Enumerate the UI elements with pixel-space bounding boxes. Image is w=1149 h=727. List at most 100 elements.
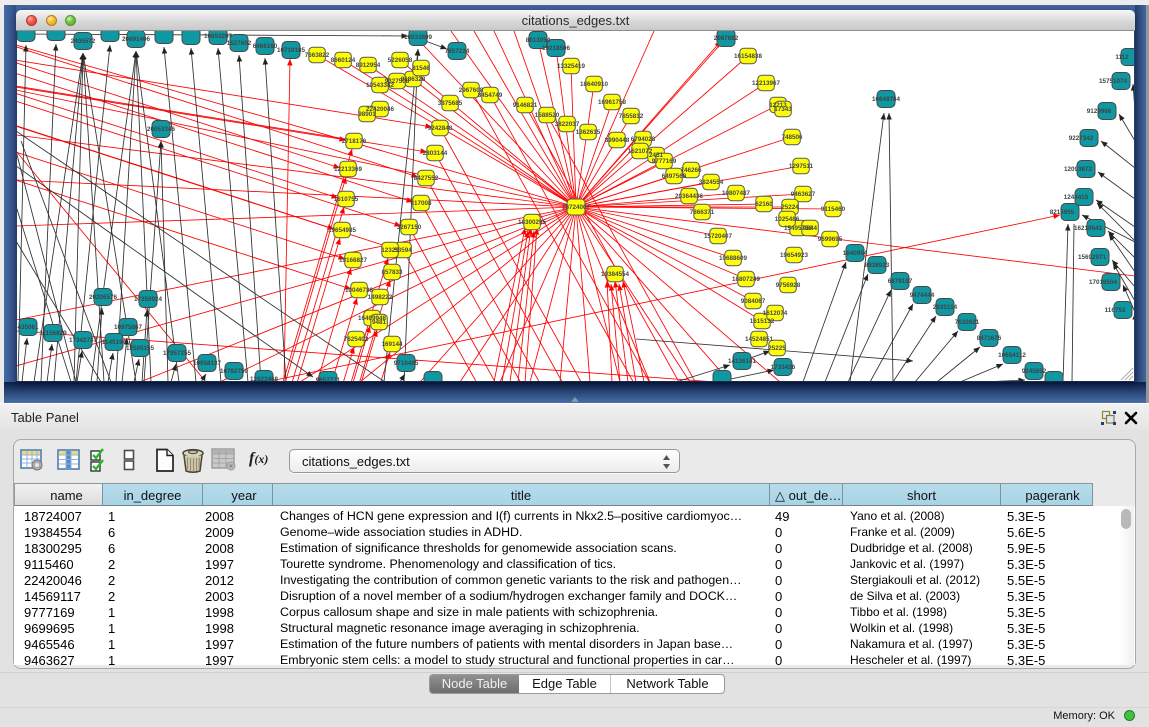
svg-text:12505155: 12505155 [126,345,155,352]
svg-text:16961758: 16961758 [598,99,627,106]
svg-text:98901: 98901 [358,111,376,118]
svg-text:9716485: 9716485 [394,360,419,367]
svg-text:2935114: 2935114 [933,304,958,311]
svg-text:2087682: 2087682 [714,35,739,42]
svg-text:8938923: 8938923 [865,262,890,269]
svg-text:7857224: 7857224 [445,48,470,55]
svg-text:8990448: 8990448 [605,137,630,144]
svg-text:1612074: 1612074 [763,310,788,317]
svg-text:9115460: 9115460 [821,206,846,213]
svg-text:3822037: 3822037 [555,121,580,128]
svg-text:8660124: 8660124 [331,57,356,64]
svg-text:1112: 1112 [1115,54,1129,61]
svg-text:2803144: 2803144 [423,150,448,157]
svg-text:18300295: 18300295 [518,219,547,226]
svg-text:10654112: 10654112 [998,352,1026,359]
svg-text:5226058: 5226058 [388,57,413,64]
svg-text:6497568: 6497568 [662,173,687,180]
svg-text:62160: 62160 [755,201,773,208]
svg-text:7855812: 7855812 [619,113,644,120]
svg-text:15720407: 15720407 [704,233,733,240]
svg-text:8471676: 8471676 [977,335,1002,342]
svg-text:19384554: 19384554 [601,271,630,278]
svg-text:20206576: 20206576 [89,294,118,301]
svg-text:12321: 12321 [381,247,399,254]
svg-text:19654985: 19654985 [328,227,357,234]
svg-text:10719185: 10719185 [277,47,306,54]
svg-text:3267150: 3267150 [397,224,422,231]
svg-text:12213369: 12213369 [334,166,363,173]
svg-text:1610755: 1610755 [334,196,359,203]
svg-text:15692971: 15692971 [1078,254,1107,261]
svg-text:18640910: 18640910 [580,81,609,88]
svg-text:10688609: 10688609 [719,255,748,262]
svg-text:6879197: 6879197 [888,278,913,285]
svg-text:9463627: 9463627 [791,191,816,198]
svg-text:7663822: 7663822 [305,52,330,59]
svg-text:9084067: 9084067 [741,298,766,305]
svg-text:7625402: 7625402 [344,336,369,343]
svg-text:20364436: 20364436 [675,193,704,200]
svg-text:12213967: 12213967 [752,80,781,87]
svg-text:16154838: 16154838 [734,53,763,60]
svg-text:169144: 169144 [381,341,403,348]
svg-text:12093872: 12093872 [1064,166,1093,173]
svg-text:9474444: 9474444 [910,292,935,299]
svg-text:16210643: 16210643 [1074,225,1103,232]
svg-text:16648784: 16648784 [872,96,901,103]
svg-text:14524851: 14524851 [745,336,774,343]
svg-text:8215955: 8215955 [1050,209,1075,216]
svg-text:8454749: 8454749 [478,92,503,99]
svg-text:1733426: 1733426 [771,364,796,371]
svg-text:1297511: 1297511 [789,163,814,170]
svg-text:13325419: 13325419 [557,63,586,70]
svg-text:17343: 17343 [774,106,792,113]
svg-text:9777169: 9777169 [652,158,677,165]
svg-text:1244415: 1244415 [1064,194,1089,201]
svg-text:1145194: 1145194 [102,339,127,346]
svg-text:9699695: 9699695 [818,236,843,243]
svg-text:1362615: 1362615 [576,129,601,136]
svg-text:9481: 9481 [372,319,387,326]
svg-text:8813054: 8813054 [526,37,551,44]
svg-text:3875685: 3875685 [438,100,463,107]
svg-text:7632621: 7632621 [955,319,980,326]
svg-text:116753: 116753 [1105,307,1126,314]
svg-text:15751074: 15751074 [1099,78,1128,85]
svg-text:9245652: 9245652 [1022,368,1047,375]
svg-text:1498222: 1498222 [368,294,393,301]
svg-text:20053346: 20053346 [147,126,176,133]
svg-text:1640954: 1640954 [843,250,868,257]
svg-text:3824554: 3824554 [699,179,724,186]
svg-text:9129966: 9129966 [1087,108,1112,115]
svg-text:2718176: 2718176 [342,138,367,145]
svg-text:435061: 435061 [17,324,39,331]
svg-text:417008: 417008 [410,200,432,207]
svg-text:8427552: 8427552 [414,175,439,182]
svg-text:16033809: 16033809 [404,34,433,41]
svg-text:17359924: 17359924 [134,296,163,303]
svg-text:19654923: 19654923 [780,252,809,259]
svg-text:857833: 857833 [381,269,403,276]
svg-text:18807249: 18807249 [732,276,761,283]
svg-text:9844: 9844 [803,225,818,232]
svg-text:748506: 748506 [781,134,803,141]
svg-text:10807487: 10807487 [722,190,751,197]
svg-text:17957255: 17957255 [163,350,192,357]
svg-text:17342737: 17342737 [69,337,98,344]
svg-text:14136141: 14136141 [728,358,757,365]
svg-text:25224: 25224 [781,204,799,211]
svg-text:16782759: 16782759 [220,368,249,375]
svg-text:10958137: 10958137 [193,360,222,367]
svg-text:9242848: 9242848 [428,125,453,132]
svg-text:7866371: 7866371 [690,209,715,216]
svg-text:1615132: 1615132 [750,318,775,325]
svg-text:18724007: 18724007 [562,204,591,211]
svg-text:81546: 81546 [412,65,430,72]
svg-text:8912954: 8912954 [356,62,381,69]
svg-text:10975867: 10975867 [114,324,143,331]
svg-text:17016504: 17016504 [1089,279,1118,286]
svg-text:19166827: 19166827 [339,257,368,264]
svg-text:6466160: 6466160 [253,43,278,50]
svg-text:25225: 25225 [768,345,786,352]
